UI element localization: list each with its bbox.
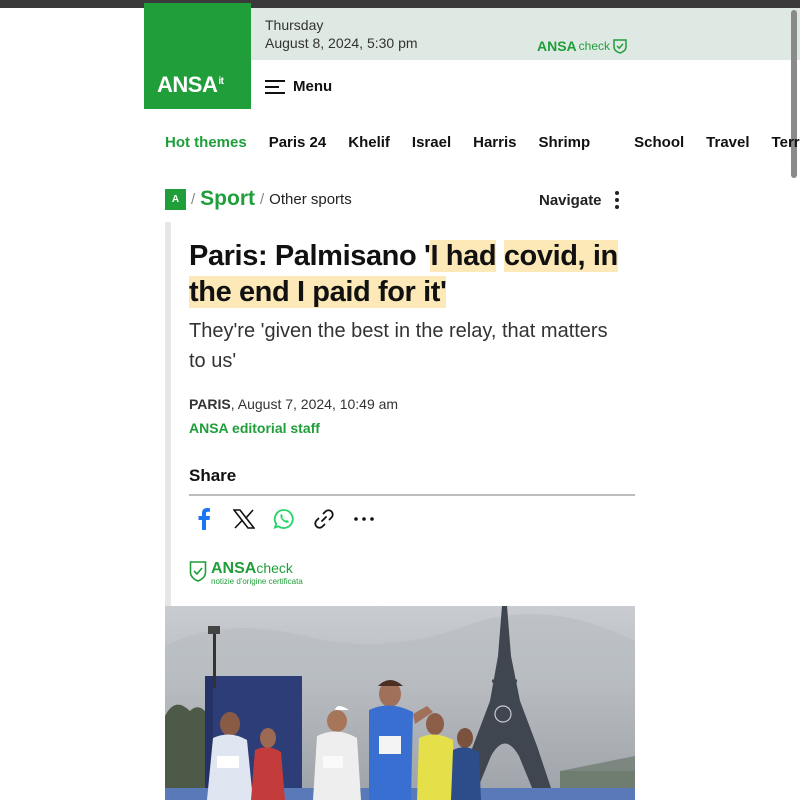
check-tagline: notizie d'origine certificata <box>211 577 303 586</box>
theme-shrimp[interactable]: Shrimp <box>538 134 590 151</box>
menu-button[interactable]: Menu <box>265 78 332 95</box>
article-headline: Paris: Palmisano 'I had covid, in the en… <box>189 238 629 310</box>
article-subtitle: They're 'given the best in the relay, th… <box>189 320 608 372</box>
x-share-button[interactable] <box>233 508 255 530</box>
whatsapp-icon <box>273 509 294 529</box>
navigate-button[interactable]: Navigate <box>539 190 620 210</box>
theme-israel[interactable]: Israel <box>412 134 451 151</box>
article-dateline: PARIS, August 7, 2024, 10:49 am <box>189 396 398 412</box>
headline-highlight: I had <box>430 240 497 272</box>
hot-themes-nav: Hot themes Paris 24 Khelif Israel Harris… <box>165 134 800 151</box>
headline-part: Paris: Palmisano ' <box>189 240 431 272</box>
top-border <box>0 0 800 8</box>
ansa-logo-text[interactable]: ANSAit <box>157 72 224 98</box>
ansa-check-link[interactable]: ANSA check <box>537 38 628 54</box>
scrollbar[interactable] <box>791 10 797 178</box>
check-word: check <box>256 560 293 576</box>
share-title: Share <box>189 466 237 485</box>
theme-school[interactable]: School <box>634 134 684 151</box>
hot-themes-label[interactable]: Hot themes <box>165 134 247 151</box>
theme-travel[interactable]: Travel <box>706 134 749 151</box>
check-word: check <box>578 39 611 53</box>
facebook-icon <box>198 508 210 530</box>
home-icon-letter: A <box>171 193 180 205</box>
share-divider <box>189 494 635 496</box>
dateline-place: PARIS <box>189 396 231 412</box>
header-date: August 8, 2024, 5:30 pm <box>265 35 418 51</box>
theme-harris[interactable]: Harris <box>473 134 516 151</box>
whatsapp-share-button[interactable] <box>273 508 295 530</box>
check-brand: ANSA <box>537 38 577 54</box>
header-day: Thursday <box>265 17 324 33</box>
x-icon <box>233 509 255 529</box>
hamburger-icon <box>265 79 285 94</box>
share-bar <box>193 508 375 530</box>
article-left-rule <box>165 222 171 607</box>
theme-terra[interactable]: Terra <box>772 134 800 151</box>
breadcrumb-section[interactable]: Sport <box>200 187 255 211</box>
navigate-label: Navigate <box>539 191 602 209</box>
theme-paris-24[interactable]: Paris 24 <box>269 134 327 151</box>
logo-word: ANSA <box>157 72 218 97</box>
race-walk-photo <box>165 606 635 800</box>
theme-khelif[interactable]: Khelif <box>348 134 390 151</box>
ansa-check-badge[interactable]: ANSAcheck notizie d'origine certificata <box>189 560 303 587</box>
article-author[interactable]: ANSA editorial staff <box>189 420 320 436</box>
breadcrumb-separator: / <box>260 190 265 208</box>
link-icon <box>314 509 334 529</box>
copy-link-button[interactable] <box>313 508 335 530</box>
check-badge-text: ANSAcheck notizie d'origine certificata <box>211 560 303 587</box>
breadcrumb: A / Sport / Other sports <box>165 187 352 211</box>
check-badge-brand: ANSAcheck <box>211 560 303 577</box>
menu-label: Menu <box>293 78 333 95</box>
breadcrumb-subsection[interactable]: Other sports <box>269 191 352 208</box>
more-icon <box>354 517 374 521</box>
shield-check-icon <box>613 39 627 54</box>
shield-check-icon <box>189 561 207 582</box>
dateline-date: , August 7, 2024, 10:49 am <box>230 396 399 412</box>
home-icon[interactable]: A <box>165 188 186 210</box>
kebab-icon <box>614 191 619 209</box>
breadcrumb-separator: / <box>191 190 196 208</box>
more-share-button[interactable] <box>353 508 375 530</box>
facebook-share-button[interactable] <box>193 508 215 530</box>
logo-suffix: it <box>218 75 224 87</box>
article-photo[interactable] <box>165 606 635 800</box>
check-brand: ANSA <box>211 560 257 577</box>
